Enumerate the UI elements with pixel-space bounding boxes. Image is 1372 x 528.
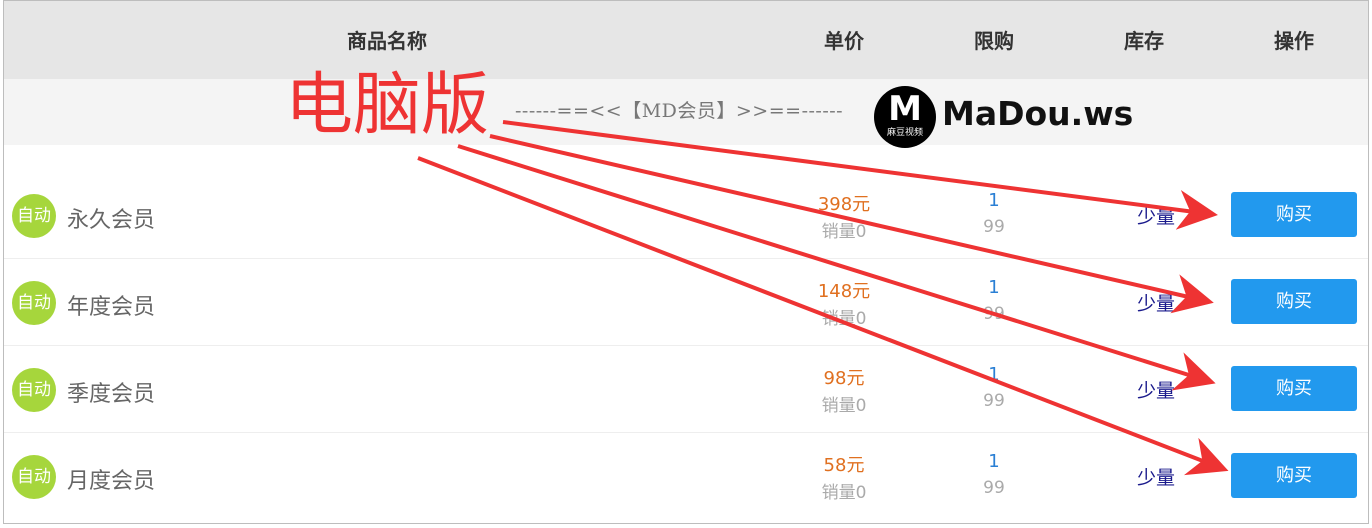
product-sales: 销量0 [821, 483, 867, 503]
auto-badge: 自动 [12, 455, 56, 499]
buy-button[interactable]: 购买 [1231, 192, 1357, 237]
logo-letter: M [888, 89, 922, 129]
category-divider: ------==<<【MD会员】>>==------ [515, 100, 844, 122]
auto-badge: 自动 [12, 368, 56, 412]
buy-button[interactable]: 购买 [1231, 366, 1357, 411]
product-name: 永久会员 [67, 208, 156, 233]
table-row: 自动 季度会员 98元 销量0 1 99 少量 购买 [4, 346, 1368, 433]
product-price: 148元 [817, 281, 871, 302]
product-limit: 1 [988, 451, 1000, 472]
table-row: 自动 年度会员 148元 销量0 1 99 少量 购买 [4, 259, 1368, 346]
header-name: 商品名称 [347, 29, 427, 53]
product-name: 季度会员 [67, 382, 156, 407]
product-name: 月度会员 [67, 469, 156, 494]
header-price: 单价 [824, 29, 864, 53]
product-stock: 少量 [1136, 206, 1176, 228]
product-max: 99 [983, 217, 1005, 237]
pc-version-annotation: 电脑版 [285, 66, 490, 145]
product-name: 年度会员 [67, 295, 156, 320]
product-sales: 销量0 [821, 396, 867, 416]
product-max: 99 [983, 478, 1005, 498]
buy-button[interactable]: 购买 [1231, 279, 1357, 324]
header-stock: 库存 [1124, 29, 1164, 53]
product-limit: 1 [988, 364, 1000, 385]
auto-badge: 自动 [12, 281, 56, 325]
product-price: 98元 [823, 368, 865, 389]
logo-subtitle: 麻豆视频 [886, 128, 923, 138]
header-limit: 限购 [974, 29, 1014, 53]
product-sales: 销量0 [821, 309, 867, 329]
madou-logo: M 麻豆视频 [874, 86, 936, 148]
product-stock: 少量 [1136, 380, 1176, 402]
buy-button[interactable]: 购买 [1231, 453, 1357, 498]
product-limit: 1 [988, 277, 1000, 298]
table-row: 自动 月度会员 58元 销量0 1 99 少量 购买 [4, 433, 1368, 520]
product-price: 398元 [817, 194, 871, 215]
header-action: 操作 [1274, 29, 1314, 53]
auto-badge: 自动 [12, 194, 56, 238]
product-limit: 1 [988, 190, 1000, 211]
table-header: 商品名称 单价 限购 库存 操作 [4, 1, 1368, 79]
product-max: 99 [983, 304, 1005, 324]
product-stock: 少量 [1136, 467, 1176, 489]
logo-watermark-text: MaDou.ws [942, 94, 1134, 133]
table-row: 自动 永久会员 398元 销量0 1 99 少量 购买 [4, 172, 1368, 259]
product-price: 58元 [823, 455, 865, 476]
product-stock: 少量 [1136, 293, 1176, 315]
product-sales: 销量0 [821, 222, 867, 242]
product-max: 99 [983, 391, 1005, 411]
